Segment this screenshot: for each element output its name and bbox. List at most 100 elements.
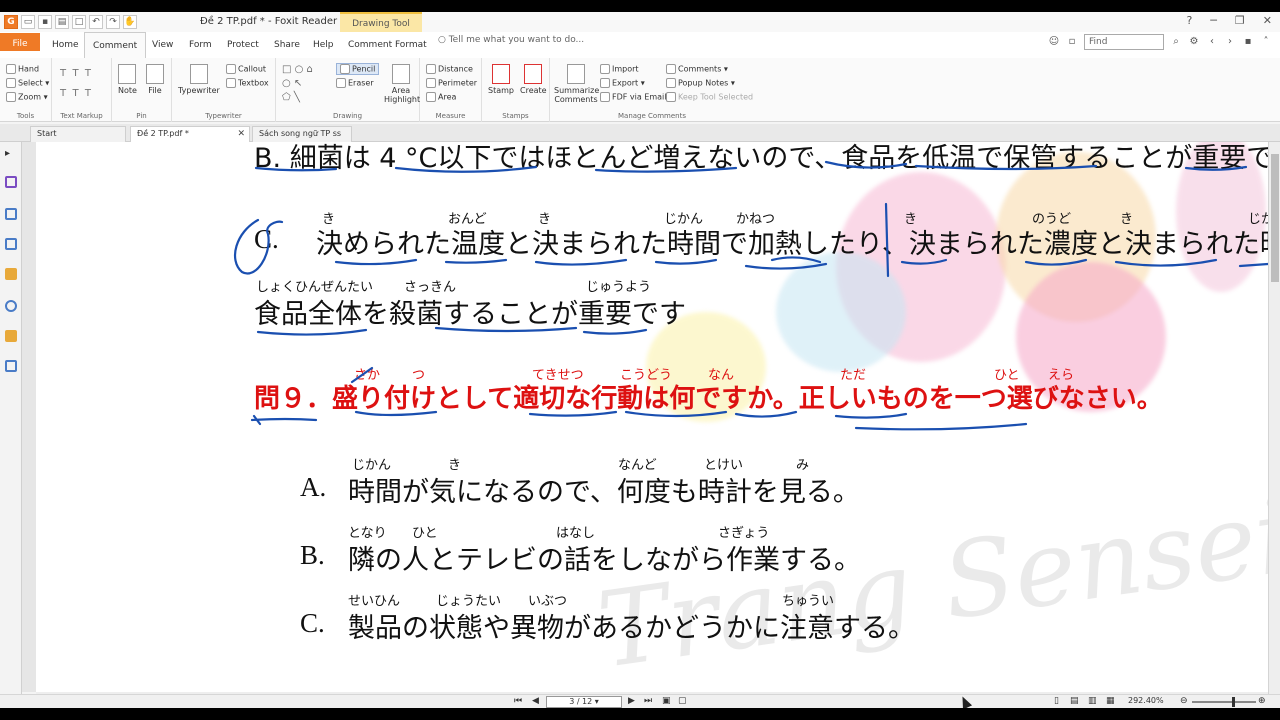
zoom-level[interactable]: 292.40% — [1128, 696, 1164, 705]
stamp-button[interactable]: Stamp — [488, 64, 514, 95]
open-icon[interactable]: ▭ — [21, 15, 35, 29]
line-tools-icons[interactable]: ○ ↖ — [282, 78, 302, 89]
tab-view[interactable]: View — [152, 32, 173, 58]
zoom-in-icon[interactable]: ⊕ — [1258, 696, 1266, 706]
area-highlight-button[interactable]: Area Highlight — [384, 64, 420, 104]
annotation-underline — [334, 258, 418, 266]
last-page-icon[interactable]: ⏭ — [644, 696, 652, 706]
continuous-facing-icon[interactable]: ▦ — [1106, 696, 1115, 706]
facing-page-icon[interactable]: ▥ — [1088, 696, 1097, 706]
doc-tab-de2[interactable]: Đề 2 TP.pdf * ✕ — [130, 126, 250, 142]
drawing-tool-context-tab[interactable]: Drawing Tool — [340, 12, 422, 32]
gift-icon[interactable]: ▫ — [1066, 36, 1078, 48]
undo-icon[interactable]: ↶ — [89, 15, 103, 29]
tab-help[interactable]: Help — [313, 32, 334, 58]
ribbon: Hand Select ▾ Zoom ▾ Tools T T T T T T T… — [0, 58, 1280, 122]
tell-me-search[interactable]: ○ Tell me what you want to do... — [438, 35, 584, 45]
zoom-slider-knob[interactable] — [1231, 697, 1235, 707]
attachments-icon[interactable] — [5, 300, 17, 312]
tab-comment-format[interactable]: Comment Format — [348, 32, 427, 58]
forward-icon[interactable]: › — [1224, 36, 1236, 48]
annotation-underline — [528, 410, 618, 417]
search-icon[interactable]: ⌕ — [1170, 36, 1182, 48]
pages-icon[interactable] — [5, 208, 17, 220]
smiley-icon[interactable]: ☺ — [1048, 36, 1060, 48]
close-tab-icon[interactable]: ✕ — [237, 127, 245, 141]
zoom-tool-button[interactable]: Zoom ▾ — [6, 92, 48, 102]
distance-button[interactable]: Distance — [426, 64, 473, 74]
gear-icon[interactable]: ⚙ — [1188, 36, 1200, 48]
close-icon[interactable]: ✕ — [1263, 14, 1272, 27]
file-attach-button[interactable]: File — [146, 64, 164, 95]
back-icon[interactable]: ‹ — [1206, 36, 1218, 48]
highlight-text-icon[interactable]: T T T — [60, 68, 91, 79]
stamp-icon — [492, 64, 510, 84]
doc-tab-sach[interactable]: Sách song ngữ TP ss ... — [252, 126, 352, 152]
note-button[interactable]: Note — [118, 64, 137, 95]
layers-icon[interactable] — [5, 238, 17, 250]
area-button[interactable]: Area — [426, 92, 456, 102]
user-icon[interactable]: ▪ — [1242, 36, 1254, 48]
tab-share[interactable]: Share — [274, 32, 300, 58]
fdf-email-button[interactable]: FDF via Email — [600, 92, 667, 102]
tab-home[interactable]: Home — [52, 32, 79, 58]
find-input[interactable]: Find — [1084, 34, 1164, 50]
single-page-icon[interactable]: ▯ — [1054, 696, 1059, 706]
zoom-slider[interactable] — [1192, 697, 1256, 707]
tab-comment[interactable]: Comment — [84, 32, 147, 58]
new-icon[interactable]: □ — [72, 15, 86, 29]
eraser-button[interactable]: Eraser — [336, 78, 374, 88]
view-mode-icon[interactable]: ▣ — [662, 696, 671, 706]
typewriter-group-label: Typewriter — [205, 112, 242, 120]
strikeout-text-icon[interactable]: T T T — [60, 88, 91, 99]
textbox-button[interactable]: Textbox — [226, 78, 269, 88]
export-button[interactable]: Export ▾ — [600, 78, 645, 88]
comments-panel-icon[interactable] — [5, 268, 17, 280]
polygon-tools-icons[interactable]: ⬠ ╲ — [282, 92, 300, 103]
signatures-icon[interactable] — [5, 360, 17, 372]
print-icon[interactable]: ▤ — [55, 15, 69, 29]
typewriter-button[interactable]: Typewriter — [178, 64, 220, 95]
ribbon-group-pin: Note File Pin — [112, 58, 172, 122]
zoom-out-icon[interactable]: ⊖ — [1180, 696, 1188, 706]
import-button[interactable]: Import — [600, 64, 639, 74]
vertical-scrollbar[interactable] — [1268, 142, 1280, 694]
app-logo-icon[interactable]: G — [4, 15, 18, 29]
tab-file[interactable]: File — [0, 33, 40, 51]
first-page-icon[interactable]: ⏮ — [514, 696, 522, 706]
bookmarks-icon[interactable] — [5, 176, 17, 188]
maximize-icon[interactable]: ❐ — [1235, 14, 1245, 27]
expand-panel-icon[interactable]: ▸ — [5, 148, 17, 160]
popup-notes-dropdown[interactable]: Popup Notes ▾ — [666, 78, 735, 88]
help-icon[interactable]: ? — [1186, 14, 1192, 27]
pdf-page[interactable]: Trang Sensei B. 細菌は 4 °C以下ではほとんど増えないので、食… — [36, 142, 1268, 692]
hand-icon — [6, 64, 16, 74]
summarize-comments-button[interactable]: Summarize Comments — [554, 64, 599, 104]
continuous-page-icon[interactable]: ▤ — [1070, 696, 1079, 706]
tab-protect[interactable]: Protect — [227, 32, 259, 58]
save-icon[interactable]: ▪ — [38, 15, 52, 29]
perimeter-button[interactable]: Perimeter — [426, 78, 477, 88]
tab-form[interactable]: Form — [189, 32, 212, 58]
next-page-icon[interactable]: ▶ — [628, 696, 635, 706]
rotate-view-icon[interactable]: ▢ — [678, 696, 687, 706]
select-tool-button[interactable]: Select ▾ — [6, 78, 49, 88]
prev-page-icon[interactable]: ◀ — [532, 696, 539, 706]
collapse-ribbon-icon[interactable]: ˄ — [1260, 36, 1272, 48]
hand-tool-button[interactable]: Hand — [6, 64, 39, 74]
document-tab-bar: Start Đề 2 TP.pdf * ✕ Sách song ngữ TP ss… — [0, 124, 1280, 152]
redo-icon[interactable]: ↷ — [106, 15, 120, 29]
keep-tool-selected-toggle[interactable]: Keep Tool Selected — [666, 92, 753, 102]
hand-tool-icon[interactable]: ✋ — [123, 15, 137, 29]
callout-button[interactable]: Callout — [226, 64, 266, 74]
measure-group-label: Measure — [435, 112, 466, 120]
pencil-button[interactable]: Pencil — [336, 63, 380, 75]
shape-tools-icons[interactable]: □ ○ ⌂ — [282, 64, 313, 75]
doc-tab-start[interactable]: Start — [30, 126, 126, 142]
vertical-scroll-thumb[interactable] — [1271, 154, 1279, 282]
security-icon[interactable] — [5, 330, 17, 342]
minimize-icon[interactable]: ─ — [1210, 14, 1217, 27]
page-number-input[interactable]: 3 / 12 ▾ — [546, 696, 622, 708]
comments-dropdown[interactable]: Comments ▾ — [666, 64, 728, 74]
create-stamp-button[interactable]: Create — [520, 64, 547, 95]
